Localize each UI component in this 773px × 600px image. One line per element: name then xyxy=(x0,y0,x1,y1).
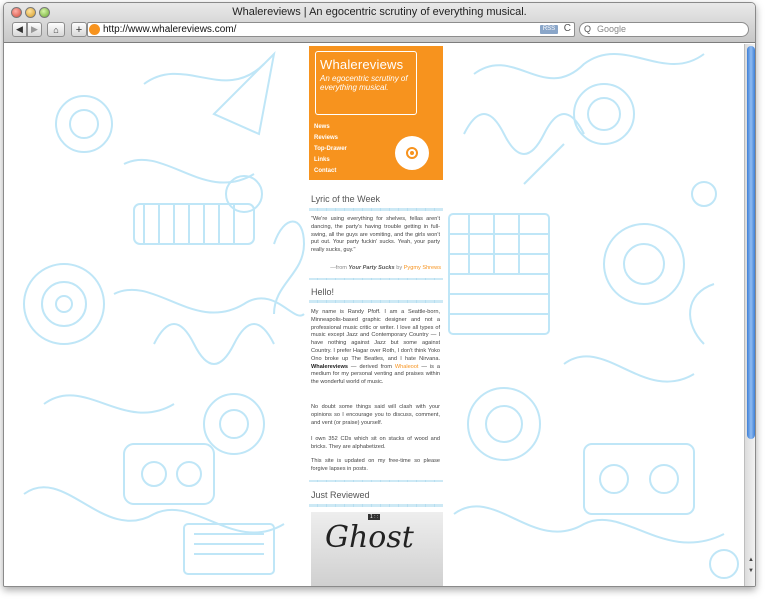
scroll-up-arrow-icon[interactable]: ▲ xyxy=(746,556,755,565)
hello-heading: Hello! xyxy=(311,287,335,297)
site-name[interactable]: Whalereviews xyxy=(320,57,403,72)
album-cover[interactable]: 1 : : Ghost xyxy=(311,512,443,586)
section-divider xyxy=(309,208,443,211)
whaleoot-link[interactable]: Whaleoot xyxy=(395,364,419,370)
address-bar[interactable]: http://www.whalereviews.com/ RSS C xyxy=(87,22,575,37)
menu-item-contact[interactable]: Contact xyxy=(314,166,347,177)
menu-item-links[interactable]: Links xyxy=(314,155,347,166)
menu-item-top-drawer[interactable]: Top-Drawer xyxy=(314,144,347,155)
just-reviewed-heading: Just Reviewed xyxy=(311,490,370,500)
scroll-down-arrow-icon[interactable]: ▼ xyxy=(746,567,755,576)
menu-item-reviews[interactable]: Reviews xyxy=(314,133,347,144)
site-tagline: An egocentric scrutiny of everything mus… xyxy=(320,74,408,92)
rss-button[interactable]: RSS xyxy=(540,25,558,34)
section-divider xyxy=(309,480,443,482)
cd-disc-ring xyxy=(406,147,418,159)
lyric-song: Your Party Sucks xyxy=(348,265,395,271)
hello-paragraph-4: This site is updated on my free-time so … xyxy=(311,458,440,472)
forward-arrow-icon: ▶ xyxy=(31,24,38,34)
hello-p1-text-b: — derived from xyxy=(348,363,395,370)
browser-window: Whalereviews | An egocentric scrutiny of… xyxy=(3,2,756,587)
lyric-source: —from Your Party Sucks by Pygmy Shrews xyxy=(317,265,441,271)
hello-paragraph-2: No doubt some things said will clash wit… xyxy=(311,404,440,426)
speech-bubble: Whalereviews An egocentric scrutiny of e… xyxy=(315,51,417,115)
search-field[interactable]: Q Google xyxy=(579,22,749,37)
section-divider xyxy=(309,300,443,303)
plus-icon: + xyxy=(75,23,83,36)
hello-paragraph-1: My name is Randy Pfoff. I am a Seattle-b… xyxy=(311,309,440,387)
url-text[interactable]: http://www.whalereviews.com/ xyxy=(103,24,236,35)
vertical-scrollbar[interactable]: ▲ ▼ xyxy=(744,44,755,586)
content-column: Whalereviews An egocentric scrutiny of e… xyxy=(305,44,444,586)
scrollbar-thumb[interactable] xyxy=(747,46,755,439)
back-arrow-icon: ◀ xyxy=(16,24,23,34)
section-divider xyxy=(309,504,443,507)
section-divider xyxy=(309,278,443,280)
lyric-source-prefix: —from xyxy=(330,265,349,271)
site-favicon-icon xyxy=(89,24,100,35)
hello-p1-site-name: Whalereviews xyxy=(311,363,348,370)
menu-item-news[interactable]: News xyxy=(314,122,347,133)
title-bar: Whalereviews | An egocentric scrutiny of… xyxy=(4,3,755,43)
lyric-text: "We're using everything for shelves, fel… xyxy=(311,216,440,254)
main-menu: News Reviews Top-Drawer Links Contact xyxy=(314,122,347,177)
lyric-artist-link[interactable]: Pygmy Shrews xyxy=(404,265,441,271)
home-button[interactable]: ⌂ xyxy=(47,22,65,37)
search-placeholder: Google xyxy=(597,24,627,34)
album-cover-title: Ghost xyxy=(325,520,414,555)
cd-disc-icon xyxy=(395,136,429,170)
cd-disc-hole xyxy=(410,151,414,155)
add-bookmark-button[interactable]: + xyxy=(71,22,87,37)
lyric-heading: Lyric of the Week xyxy=(311,194,381,204)
forward-button[interactable]: ▶ xyxy=(27,22,42,37)
back-button[interactable]: ◀ xyxy=(12,22,27,37)
lyric-by: by xyxy=(394,265,404,271)
hello-p1-text-a: My name is Randy Pfoff. I am a Seattle-b… xyxy=(311,309,440,362)
site-header: Whalereviews An egocentric scrutiny of e… xyxy=(309,46,443,180)
reload-icon[interactable]: C xyxy=(564,23,571,34)
page-viewport: Whalereviews An egocentric scrutiny of e… xyxy=(4,44,744,586)
search-icon: Q xyxy=(584,24,592,34)
home-icon: ⌂ xyxy=(53,24,59,35)
window-title: Whalereviews | An egocentric scrutiny of… xyxy=(232,6,527,18)
hello-paragraph-3: I own 352 CDs which sit on stacks of woo… xyxy=(311,436,440,450)
